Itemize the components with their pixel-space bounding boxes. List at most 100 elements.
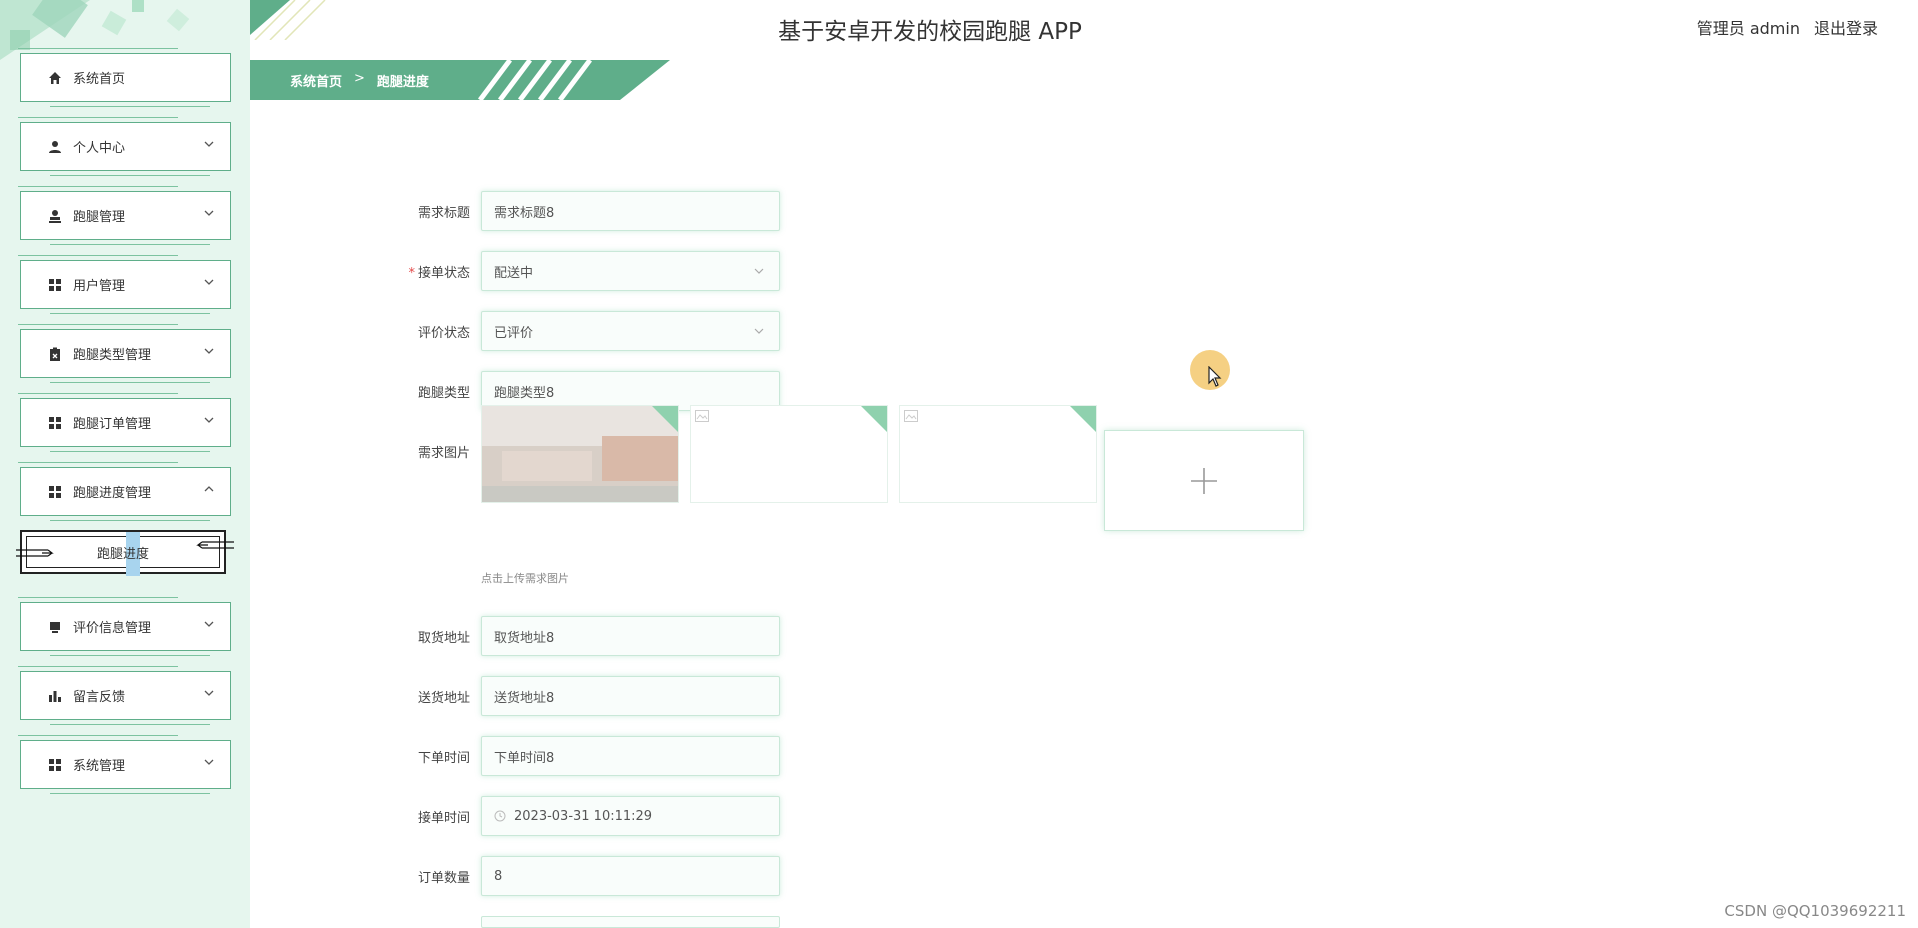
chevron-up-icon [204, 486, 214, 492]
delivery-label: 送货地址 [417, 691, 470, 706]
status-select[interactable]: 配送中 [481, 251, 780, 291]
home-icon [47, 70, 63, 86]
arrow-left-icon [196, 541, 234, 549]
quantity-label: 订单数量 [417, 871, 470, 886]
accept-time-picker[interactable]: 2023-03-31 10:11:29 [481, 796, 780, 836]
sidebar-item-label: 个人中心 [73, 141, 126, 156]
page-title: 基于安卓开发的校园跑腿 APP [778, 19, 1082, 45]
eval-select-value: 已评价 [494, 325, 534, 341]
chevron-down-icon [204, 690, 214, 696]
grid-icon [47, 415, 63, 431]
sidebar-item-user-management[interactable]: 用户管理 [18, 255, 231, 314]
order-time-field[interactable]: 下单时间8 [481, 736, 780, 776]
eval-label: 评价状态 [417, 326, 470, 341]
user-box: 管理员 admin 退出登录 [1697, 15, 1878, 39]
delivery-address-value: 送货地址8 [494, 690, 555, 706]
sidebar-item-label: 系统管理 [73, 759, 126, 774]
chevron-down-icon [204, 621, 214, 627]
chevron-down-icon [204, 279, 214, 285]
status-label-text: 接单状态 [417, 266, 470, 281]
type-label: 跑腿类型 [417, 386, 470, 401]
grid-icon [47, 484, 63, 500]
sidebar-subitem-errand-progress[interactable]: 跑腿进度 [16, 530, 234, 576]
delivery-address-field[interactable]: 送货地址8 [481, 676, 780, 716]
title-field[interactable]: 需求标题8 [481, 191, 780, 231]
sidebar-item-label: 跑腿进度管理 [73, 486, 152, 501]
breadcrumb: 系统首页 > 跑腿进度 [290, 71, 429, 90]
sidebar-item-errand-progress-management[interactable]: 跑腿进度管理 [18, 462, 231, 521]
demand-image-3[interactable] [899, 405, 1097, 503]
quantity-value: 8 [494, 868, 503, 884]
breadcrumb-banner: 系统首页 > 跑腿进度 [250, 60, 670, 100]
grid-icon [47, 757, 63, 773]
quantity-field[interactable]: 8 [481, 856, 780, 896]
chevron-down-icon [204, 141, 214, 147]
sidebar-item-label: 评价信息管理 [73, 621, 152, 636]
accept-time-label: 接单时间 [417, 811, 470, 826]
order-time-label: 下单时间 [417, 751, 470, 766]
app-root: 系统首页 个人中心 跑腿管理 用户管理 跑腿类型管理 跑腿订单管理 跑腿进度管理… [0, 0, 1918, 928]
sidebar-decoration [0, 0, 190, 60]
pickup-address-value: 取货地址8 [494, 630, 555, 646]
broken-image-icon [695, 410, 709, 422]
status-label: * 接单状态 [360, 262, 470, 281]
sidebar-item-feedback[interactable]: 留言反馈 [18, 666, 231, 725]
chevron-down-icon [204, 210, 214, 216]
chevron-down-icon [754, 328, 764, 334]
upload-tip: 点击上传需求图片 [481, 572, 569, 585]
image-corner-tag [652, 406, 678, 432]
image-corner-tag [861, 406, 887, 432]
current-user-label: 管理员 admin [1696, 19, 1800, 38]
image-corner-tag [1070, 406, 1096, 432]
arrow-right-icon [16, 549, 54, 557]
pickup-address-field[interactable]: 取货地址8 [481, 616, 780, 656]
chevron-down-icon [754, 268, 764, 274]
sidebar-item-system-management[interactable]: 系统管理 [18, 735, 231, 794]
sidebar-item-personal-center[interactable]: 个人中心 [18, 117, 231, 176]
demand-image-2[interactable] [690, 405, 888, 503]
plus-icon [1191, 467, 1217, 494]
status-select-value: 配送中 [494, 265, 534, 281]
sidebar-item-errand-order-management[interactable]: 跑腿订单管理 [18, 393, 231, 452]
person-icon [47, 139, 63, 155]
watermark: CSDN @QQ1039692211 [1724, 902, 1906, 920]
pickup-label: 取货地址 [417, 631, 470, 646]
order-time-value: 下单时间8 [494, 750, 555, 766]
sidebar-item-errand-management[interactable]: 跑腿管理 [18, 186, 231, 245]
clipboard-icon [47, 346, 63, 362]
header-corner-decoration [250, 0, 326, 40]
accept-time-value: 2023-03-31 10:11:29 [514, 808, 653, 824]
next-field-partial[interactable] [481, 916, 780, 928]
mouse-cursor-icon [1208, 366, 1222, 387]
campus-photo [482, 406, 678, 502]
bar-chart-icon [47, 688, 63, 704]
chevron-down-icon [204, 759, 214, 765]
sidebar-item-label: 跑腿类型管理 [73, 348, 152, 363]
demand-image-1[interactable] [481, 405, 679, 503]
eval-select[interactable]: 已评价 [481, 311, 780, 351]
breadcrumb-separator: > [354, 71, 365, 86]
image-upload-button[interactable] [1104, 430, 1304, 531]
sidebar-item-evaluation-management[interactable]: 评价信息管理 [18, 597, 231, 656]
chevron-down-icon [204, 417, 214, 423]
breadcrumb-home[interactable]: 系统首页 [290, 71, 342, 90]
type-field-value: 跑腿类型8 [494, 385, 555, 401]
user-stamp-icon [47, 208, 63, 224]
breadcrumb-current: 跑腿进度 [376, 75, 429, 90]
sidebar-item-label: 留言反馈 [73, 690, 126, 705]
sidebar-item-home[interactable]: 系统首页 [18, 48, 231, 107]
image-label: 需求图片 [417, 446, 470, 461]
grid-icon [47, 277, 63, 293]
sidebar: 系统首页 个人中心 跑腿管理 用户管理 跑腿类型管理 跑腿订单管理 跑腿进度管理… [0, 0, 250, 928]
broken-image-icon [904, 410, 918, 422]
inbox-icon [47, 619, 63, 635]
logout-link[interactable]: 退出登录 [1814, 15, 1878, 39]
sidebar-item-label: 系统首页 [73, 72, 126, 87]
sidebar-item-label: 用户管理 [73, 279, 126, 294]
title-label: 需求标题 [417, 206, 470, 221]
sidebar-item-errand-type-management[interactable]: 跑腿类型管理 [18, 324, 231, 383]
sidebar-item-label: 跑腿订单管理 [73, 417, 152, 432]
title-field-value: 需求标题8 [494, 205, 555, 221]
sidebar-subitem-label: 跑腿进度 [96, 546, 149, 562]
chevron-down-icon [204, 348, 214, 354]
